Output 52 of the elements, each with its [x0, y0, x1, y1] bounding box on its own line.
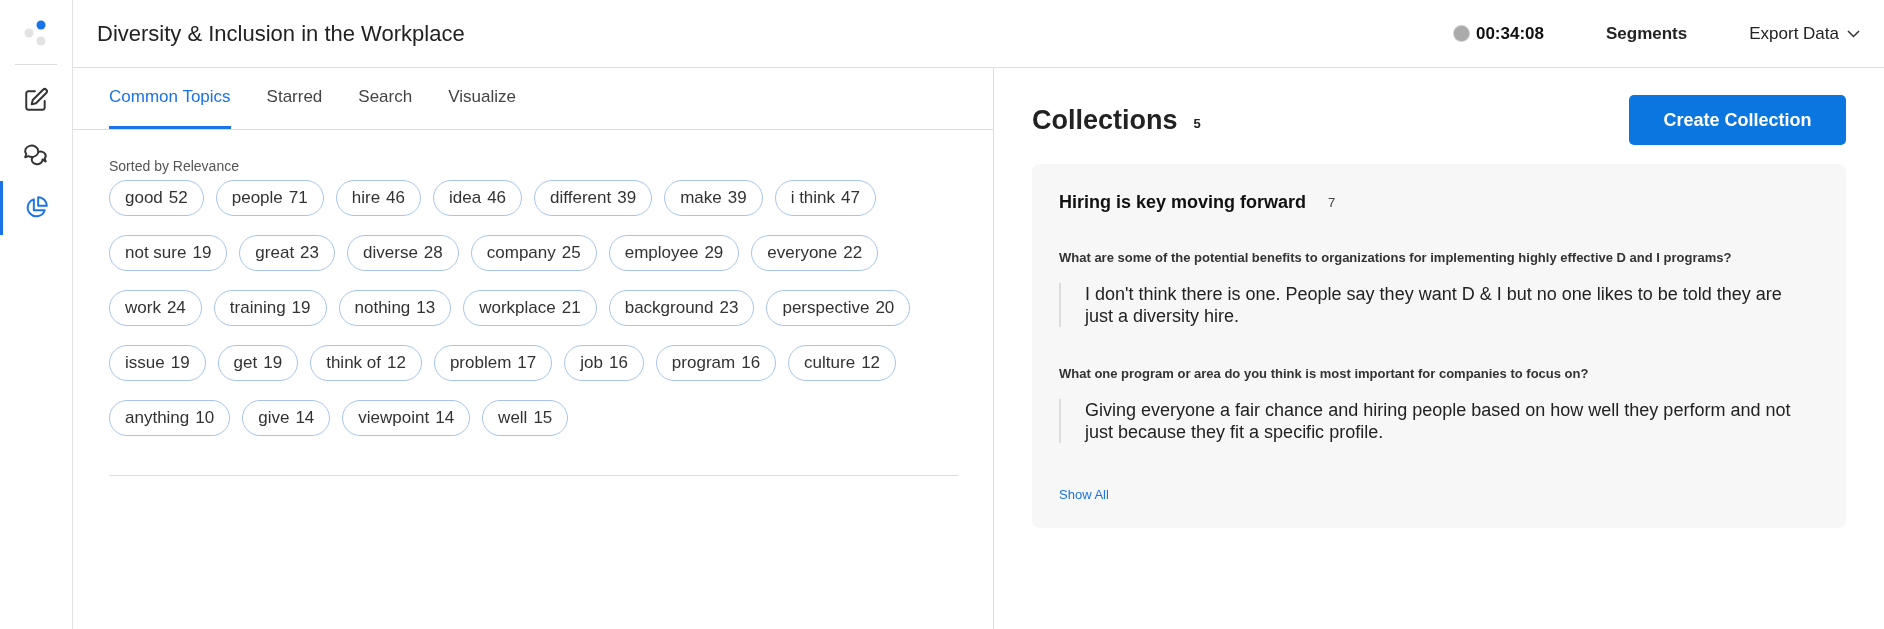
topic-chip[interactable]: diverse 28	[347, 235, 459, 271]
collections-heading: Collections	[1032, 104, 1178, 136]
topic-chip[interactable]: perspective 20	[766, 290, 911, 326]
edit-icon	[23, 87, 49, 113]
collection-count: 7	[1328, 195, 1336, 210]
sort-label: Sorted by Relevance	[109, 158, 240, 174]
topic-chip[interactable]: great 23	[239, 235, 336, 271]
topic-chip[interactable]: good 52	[109, 180, 204, 216]
create-collection-button[interactable]: Create Collection	[1629, 95, 1846, 145]
topic-chip[interactable]: program 16	[655, 345, 777, 381]
question-text: What are some of the potential benefits to organizations for implementing highly effective D and I programs?	[1059, 249, 1733, 267]
tab[interactable]: Starred	[266, 68, 323, 129]
topic-chip[interactable]: everyone 22	[751, 235, 879, 271]
topic-chip[interactable]: nothing 13	[338, 290, 452, 326]
page-title: Diversity & Inclusion in the Workplace	[97, 20, 466, 47]
topic-chip[interactable]: give 14	[242, 400, 331, 436]
topic-chip[interactable]: employee 29	[608, 235, 740, 271]
topic-chip[interactable]: get 19	[217, 345, 299, 381]
timer-text: 00:34:08	[1475, 23, 1544, 44]
tab[interactable]: Common Topics	[109, 68, 231, 129]
topic-chip[interactable]: idea 46	[433, 180, 523, 216]
topic-chip[interactable]: work 24	[109, 290, 202, 326]
segments-button[interactable]: Segments	[1606, 23, 1688, 44]
topic-chip[interactable]: anything 10	[109, 400, 231, 436]
topic-chip[interactable]: i think 47	[774, 180, 876, 216]
topic-chip[interactable]: viewpoint 14	[342, 400, 471, 436]
recording-dot-icon	[1453, 26, 1469, 41]
chevron-down-icon	[1847, 29, 1860, 38]
collections-count: 5	[1193, 115, 1202, 131]
topic-chip[interactable]: make 39	[664, 180, 763, 216]
export-data-button[interactable]: Export Data	[1749, 23, 1860, 44]
answer-quote: Giving everyone a fair chance and hiring people based on how well they perform and not just because they fit a specific profile.	[1059, 399, 1820, 443]
topic-chip[interactable]: company 25	[470, 235, 597, 271]
topic-chip[interactable]: people 71	[215, 180, 324, 216]
topic-chip[interactable]: hire 46	[335, 180, 421, 216]
show-all-link[interactable]: Show All	[1059, 487, 1109, 502]
tab[interactable]: Search	[358, 68, 413, 129]
topic-chip[interactable]: issue 19	[109, 345, 206, 381]
topic-chip[interactable]: not sure 19	[109, 235, 228, 271]
topic-chip[interactable]: think of 12	[310, 345, 422, 381]
collection-title: Hiring is key moving forward	[1059, 192, 1307, 213]
topic-chip[interactable]: job 16	[564, 345, 644, 381]
topic-chip[interactable]: training 19	[213, 290, 327, 326]
answer-quote: I don't think there is one. People say they want D & I but no one likes to be told they are just a diversity hire.	[1059, 283, 1820, 327]
topic-chip[interactable]: problem 17	[433, 345, 553, 381]
topic-chip[interactable]: background 23	[608, 290, 755, 326]
question-text: What one program or area do you think is most important for companies to focus on?	[1059, 365, 1590, 383]
topic-chip[interactable]: workplace 21	[463, 290, 597, 326]
topic-chip[interactable]: different 39	[534, 180, 653, 216]
topic-chip[interactable]: well 15	[482, 400, 569, 436]
topic-chip[interactable]: culture 12	[788, 345, 897, 381]
tab[interactable]: Visualize	[448, 68, 516, 129]
